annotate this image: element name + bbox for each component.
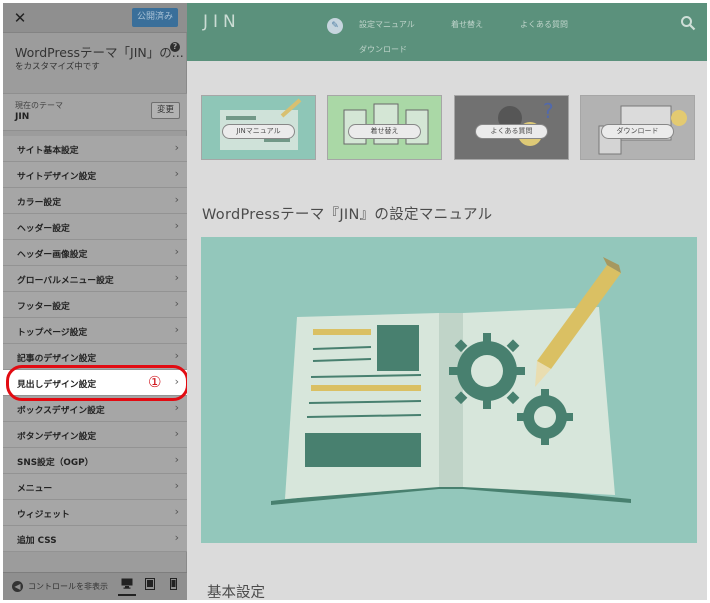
banner-faq[interactable]: ? よくある質問 <box>454 95 569 160</box>
chevron-right-icon: › <box>174 271 179 284</box>
menu-item-label: トップページ設定 <box>17 328 88 338</box>
menu-item-site-basic[interactable]: サイト基本設定 › <box>3 136 187 162</box>
hide-controls-button[interactable]: コントロールを非表示 <box>28 581 108 592</box>
sidebar-topbar: ✕ 公開済み <box>3 3 187 33</box>
open-book-illustration <box>271 257 631 505</box>
menu-item-sns[interactable]: SNS設定（OGP） › <box>3 448 187 474</box>
menu-item-color[interactable]: カラー設定 › <box>3 188 187 214</box>
menu-item-top-page[interactable]: トップページ設定 › <box>3 318 187 344</box>
chevron-right-icon: › <box>174 141 179 154</box>
menu-item-label: ヘッダー画像設定 <box>17 250 88 260</box>
nav-item-manual[interactable]: 設定マニュアル <box>359 19 415 30</box>
chevron-right-icon: › <box>174 479 179 492</box>
pencil-icon[interactable]: ✎ <box>327 18 343 34</box>
banner-manual[interactable]: JINマニュアル <box>201 95 316 160</box>
page-title: WordPressテーマ『JIN』の設定マニュアル <box>202 207 493 223</box>
desktop-icon[interactable] <box>118 578 136 596</box>
menu-item-button-design[interactable]: ボタンデザイン設定 › <box>3 422 187 448</box>
menu-item-widgets[interactable]: ウィジェット › <box>3 500 187 526</box>
chevron-right-icon: › <box>174 297 179 310</box>
hero-image <box>201 237 697 543</box>
menu-item-label: SNS設定（OGP） <box>17 458 94 468</box>
chevron-right-icon: › <box>174 401 179 414</box>
chevron-right-icon: › <box>174 505 179 518</box>
customizer-subtitle: をカスタマイズ中です <box>15 62 100 72</box>
site-header: JIN ✎ 設定マニュアル 着せ替え よくある質問 ダウンロード <box>187 3 707 61</box>
banner-download[interactable]: ダウンロード <box>580 95 695 160</box>
chevron-right-icon: › <box>174 245 179 258</box>
menu-item-label: フッター設定 <box>17 302 70 312</box>
chevron-right-icon: › <box>174 427 179 440</box>
banner-label: ダウンロード <box>601 124 674 139</box>
menu-item-label: 追加 CSS <box>17 536 57 546</box>
customizer-window: ✕ 公開済み WordPressテーマ「JIN」の... ? をカスタマイズ中で… <box>3 3 707 600</box>
nav-item-dress-up[interactable]: 着せ替え <box>451 19 483 30</box>
customizer-title: WordPressテーマ「JIN」の... <box>15 45 184 60</box>
publish-button[interactable]: 公開済み <box>132 8 178 27</box>
chevron-right-icon: › <box>174 219 179 232</box>
customizer-menu: サイト基本設定 › サイトデザイン設定 › カラー設定 › ヘッダー設定 › ヘッダー画… <box>3 136 187 552</box>
active-theme-panel: 現在のテーマ JIN 変更 <box>3 93 187 131</box>
close-icon[interactable]: ✕ <box>11 9 29 27</box>
menu-item-label: ヘッダー設定 <box>17 224 70 234</box>
menu-item-label: カラー設定 <box>17 198 61 208</box>
site-preview: JIN ✎ 設定マニュアル 着せ替え よくある質問 ダウンロード JINマニュア… <box>187 3 707 600</box>
banner-label: よくある質問 <box>475 124 548 139</box>
banner-dress-up[interactable]: 着せ替え <box>327 95 442 160</box>
chevron-right-icon: › <box>174 453 179 466</box>
section-title: 基本設定 <box>207 585 265 600</box>
svg-text:?: ? <box>543 99 554 123</box>
menu-item-header-image[interactable]: ヘッダー画像設定 › <box>3 240 187 266</box>
menu-item-label: グローバルメニュー設定 <box>17 276 114 286</box>
menu-item-label: メニュー <box>17 484 53 494</box>
menu-item-menus[interactable]: メニュー › <box>3 474 187 500</box>
menu-item-global-menu[interactable]: グローバルメニュー設定 › <box>3 266 187 292</box>
nav-item-download[interactable]: ダウンロード <box>359 44 407 55</box>
menu-item-label: サイト基本設定 <box>17 146 79 156</box>
chevron-right-icon: › <box>174 323 179 336</box>
chevron-right-icon: › <box>174 349 179 362</box>
collapse-icon[interactable]: ◀ <box>12 581 23 592</box>
sidebar-footer: ◀ コントロールを非表示 <box>3 572 187 600</box>
theme-name: JIN <box>15 112 30 122</box>
chevron-right-icon: › <box>174 193 179 206</box>
menu-item-site-design[interactable]: サイトデザイン設定 › <box>3 162 187 188</box>
customizer-sidebar: ✕ 公開済み WordPressテーマ「JIN」の... ? をカスタマイズ中で… <box>3 3 187 600</box>
menu-item-footer[interactable]: フッター設定 › <box>3 292 187 318</box>
highlight-annotation <box>6 365 189 401</box>
mobile-icon[interactable] <box>164 578 182 596</box>
site-logo[interactable]: JIN <box>203 12 241 32</box>
sidebar-header: WordPressテーマ「JIN」の... ? をカスタマイズ中です <box>3 34 187 82</box>
menu-item-header[interactable]: ヘッダー設定 › <box>3 214 187 240</box>
banner-label: 着せ替え <box>348 124 421 139</box>
menu-item-label: 記事のデザイン設定 <box>17 354 97 364</box>
search-icon[interactable] <box>680 15 696 31</box>
chevron-right-icon: › <box>174 531 179 544</box>
menu-item-label: ウィジェット <box>17 510 70 520</box>
chevron-right-icon: › <box>174 167 179 180</box>
change-theme-button[interactable]: 変更 <box>151 102 180 119</box>
menu-item-label: サイトデザイン設定 <box>17 172 97 182</box>
nav-item-faq[interactable]: よくある質問 <box>520 19 568 30</box>
tablet-icon[interactable] <box>141 578 159 596</box>
theme-label: 現在のテーマ <box>15 101 63 110</box>
help-icon[interactable]: ? <box>170 42 180 52</box>
menu-item-label: ボタンデザイン設定 <box>17 432 97 442</box>
menu-item-label: ボックスデザイン設定 <box>17 406 105 416</box>
banner-label: JINマニュアル <box>222 124 295 139</box>
menu-item-additional-css[interactable]: 追加 CSS › <box>3 526 187 552</box>
